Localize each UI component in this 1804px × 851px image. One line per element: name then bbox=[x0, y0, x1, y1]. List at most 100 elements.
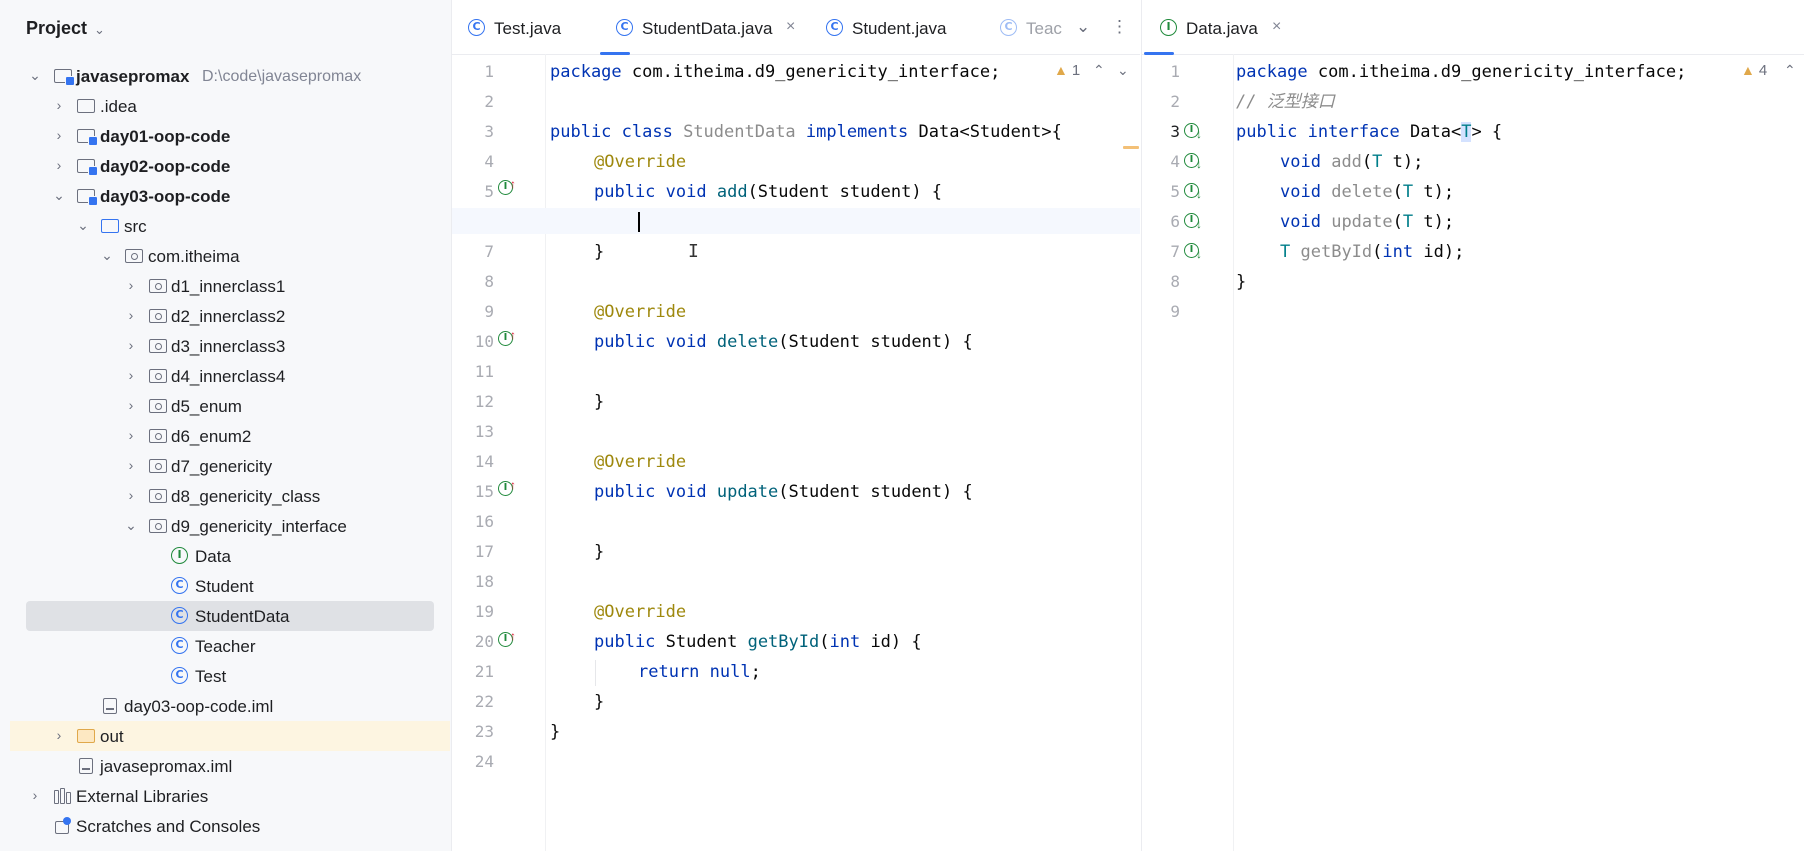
implemented-icon[interactable]: I ↓ bbox=[1184, 123, 1204, 141]
chevron-right-icon[interactable]: › bbox=[124, 367, 138, 383]
chevron-down-icon[interactable]: ⌄ bbox=[100, 247, 114, 264]
implemented-icon[interactable]: I ↓ bbox=[1184, 213, 1204, 231]
project-header[interactable]: Project ⌄ bbox=[0, 0, 451, 58]
chevron-right-icon[interactable]: › bbox=[52, 127, 66, 143]
tree-item-out[interactable]: › out bbox=[10, 721, 450, 751]
close-icon[interactable]: × bbox=[1272, 18, 1281, 36]
line-number[interactable]: 21 bbox=[454, 662, 494, 681]
chevron-down-icon[interactable]: ⌄ bbox=[124, 517, 138, 534]
line-number[interactable]: 9 bbox=[1140, 302, 1180, 321]
chevron-right-icon[interactable]: › bbox=[52, 727, 66, 743]
line-number[interactable]: 3 bbox=[454, 122, 494, 141]
implemented-icon[interactable]: I ↓ bbox=[1184, 153, 1204, 171]
tree-item-data[interactable]: I Data bbox=[10, 541, 450, 571]
chevron-down-icon[interactable]: ⌄ bbox=[52, 187, 66, 204]
tree-item-day02-oop-code[interactable]: › day02-oop-code bbox=[10, 151, 450, 181]
tree-item-d7-genericity[interactable]: › d7_genericity bbox=[10, 451, 450, 481]
tree-item-scratches-and-consoles[interactable]: Scratches and Consoles bbox=[10, 811, 450, 841]
line-number[interactable]: 1 bbox=[454, 62, 494, 81]
chevron-right-icon[interactable]: › bbox=[124, 277, 138, 293]
line-number[interactable]: 5 bbox=[454, 182, 494, 201]
line-number[interactable]: 20 bbox=[454, 632, 494, 651]
line-number[interactable]: 2 bbox=[1140, 92, 1180, 111]
line-number[interactable]: 3 bbox=[1140, 122, 1180, 141]
tree-item-d4-innerclass4[interactable]: › d4_innerclass4 bbox=[10, 361, 450, 391]
chevron-down-icon[interactable]: ⌄ bbox=[94, 22, 105, 38]
line-number[interactable]: 5 bbox=[1140, 182, 1180, 201]
chevron-right-icon[interactable]: › bbox=[124, 397, 138, 413]
line-number[interactable]: 9 bbox=[454, 302, 494, 321]
chevron-right-icon[interactable]: › bbox=[52, 157, 66, 173]
chevron-right-icon[interactable]: › bbox=[124, 487, 138, 503]
line-number[interactable]: 16 bbox=[454, 512, 494, 531]
line-number[interactable]: 14 bbox=[454, 452, 494, 471]
tree-item-day01-oop-code[interactable]: › day01-oop-code bbox=[10, 121, 450, 151]
line-number[interactable]: 7 bbox=[1140, 242, 1180, 261]
line-number[interactable]: 18 bbox=[454, 572, 494, 591]
tree-item-d5-enum[interactable]: › d5_enum bbox=[10, 391, 450, 421]
line-number[interactable]: 8 bbox=[454, 272, 494, 291]
tree-item-d3-innerclass3[interactable]: › d3_innerclass3 bbox=[10, 331, 450, 361]
line-number[interactable]: 8 bbox=[1140, 272, 1180, 291]
tree-item-teacher[interactable]: C Teacher bbox=[10, 631, 450, 661]
tree-item-student[interactable]: C Student bbox=[10, 571, 450, 601]
line-number[interactable]: 2 bbox=[454, 92, 494, 111]
warning-stripe-mark[interactable] bbox=[1123, 146, 1139, 149]
previous-highlight-icon[interactable]: ⌃ bbox=[1784, 62, 1796, 79]
tree-item-javasepromax[interactable]: ⌄ javasepromax D:\code\javasepromax bbox=[10, 61, 450, 91]
warning-indicator[interactable]: ▲ 4 bbox=[1741, 62, 1767, 79]
line-number[interactable]: 4 bbox=[454, 152, 494, 171]
code-area[interactable]: package com.itheima.d9_genericity_interf… bbox=[1236, 54, 1804, 851]
tree-item-com-itheima[interactable]: ⌄ com.itheima bbox=[10, 241, 450, 271]
tree-item-day03-oop-code[interactable]: ⌄ day03-oop-code bbox=[10, 181, 450, 211]
more-options-icon[interactable]: ⋮ bbox=[1111, 17, 1128, 37]
implements-method-icon[interactable]: I ↑ bbox=[498, 177, 518, 198]
tree-item-d6-enum2[interactable]: › d6_enum2 bbox=[10, 421, 450, 451]
line-number[interactable]: 15 bbox=[454, 482, 494, 501]
close-icon[interactable]: × bbox=[786, 18, 795, 36]
chevron-right-icon[interactable]: › bbox=[52, 97, 66, 113]
implements-method-icon[interactable]: I ↑ bbox=[498, 328, 518, 349]
chevron-right-icon[interactable]: › bbox=[28, 787, 42, 803]
line-number[interactable]: 13 bbox=[454, 422, 494, 441]
tree-item-d8-genericity-class[interactable]: › d8_genericity_class bbox=[10, 481, 450, 511]
chevron-down-icon[interactable]: ⌄ bbox=[1076, 17, 1090, 37]
line-number[interactable]: 23 bbox=[454, 722, 494, 741]
project-title[interactable]: Project bbox=[26, 18, 87, 39]
tree-item-test[interactable]: C Test bbox=[10, 661, 450, 691]
line-number[interactable]: 12 bbox=[454, 392, 494, 411]
line-number[interactable]: 10 bbox=[454, 332, 494, 351]
tree-item-src[interactable]: ⌄ src bbox=[10, 211, 450, 241]
line-number[interactable]: 1 bbox=[1140, 62, 1180, 81]
chevron-right-icon[interactable]: › bbox=[124, 337, 138, 353]
line-number[interactable]: 7 bbox=[454, 242, 494, 261]
line-number[interactable]: 6 bbox=[1140, 212, 1180, 231]
line-number[interactable]: 24 bbox=[454, 752, 494, 771]
line-number[interactable]: 11 bbox=[454, 362, 494, 381]
chevron-down-icon[interactable]: ⌄ bbox=[28, 67, 42, 84]
next-highlight-icon[interactable]: ⌄ bbox=[1117, 62, 1129, 79]
line-number[interactable]: 19 bbox=[454, 602, 494, 621]
chevron-right-icon[interactable]: › bbox=[124, 457, 138, 473]
warning-indicator[interactable]: ▲ 1 bbox=[1054, 62, 1080, 79]
tree-item-d2-innerclass2[interactable]: › d2_innerclass2 bbox=[10, 301, 450, 331]
implemented-icon[interactable]: I ↓ bbox=[1184, 183, 1204, 201]
chevron-down-icon[interactable]: ⌄ bbox=[76, 217, 90, 234]
chevron-right-icon[interactable]: › bbox=[124, 307, 138, 323]
line-number[interactable]: 17 bbox=[454, 542, 494, 561]
line-number[interactable]: 22 bbox=[454, 692, 494, 711]
tree-item-external-libraries[interactable]: › External Libraries bbox=[10, 781, 450, 811]
implements-method-icon[interactable]: I ↑ bbox=[498, 629, 518, 650]
implements-method-icon[interactable]: I ↑ bbox=[498, 478, 518, 499]
tree-item-javasepromax-iml[interactable]: javasepromax.iml bbox=[10, 751, 450, 781]
line-number[interactable]: 4 bbox=[1140, 152, 1180, 171]
code-area[interactable]: package com.itheima.d9_genericity_interf… bbox=[550, 54, 1140, 851]
tree-item-idea[interactable]: › .idea bbox=[10, 91, 450, 121]
chevron-right-icon[interactable]: › bbox=[124, 427, 138, 443]
tree-item-d9-genericity-interface[interactable]: ⌄ d9_genericity_interface bbox=[10, 511, 450, 541]
tree-item-studentdata[interactable]: C StudentData bbox=[26, 601, 434, 631]
tree-item-day03-oop-code-iml[interactable]: day03-oop-code.iml bbox=[10, 691, 450, 721]
previous-highlight-icon[interactable]: ⌃ bbox=[1093, 62, 1105, 79]
implemented-icon[interactable]: I ↓ bbox=[1184, 243, 1204, 261]
tree-item-d1-innerclass1[interactable]: › d1_innerclass1 bbox=[10, 271, 450, 301]
